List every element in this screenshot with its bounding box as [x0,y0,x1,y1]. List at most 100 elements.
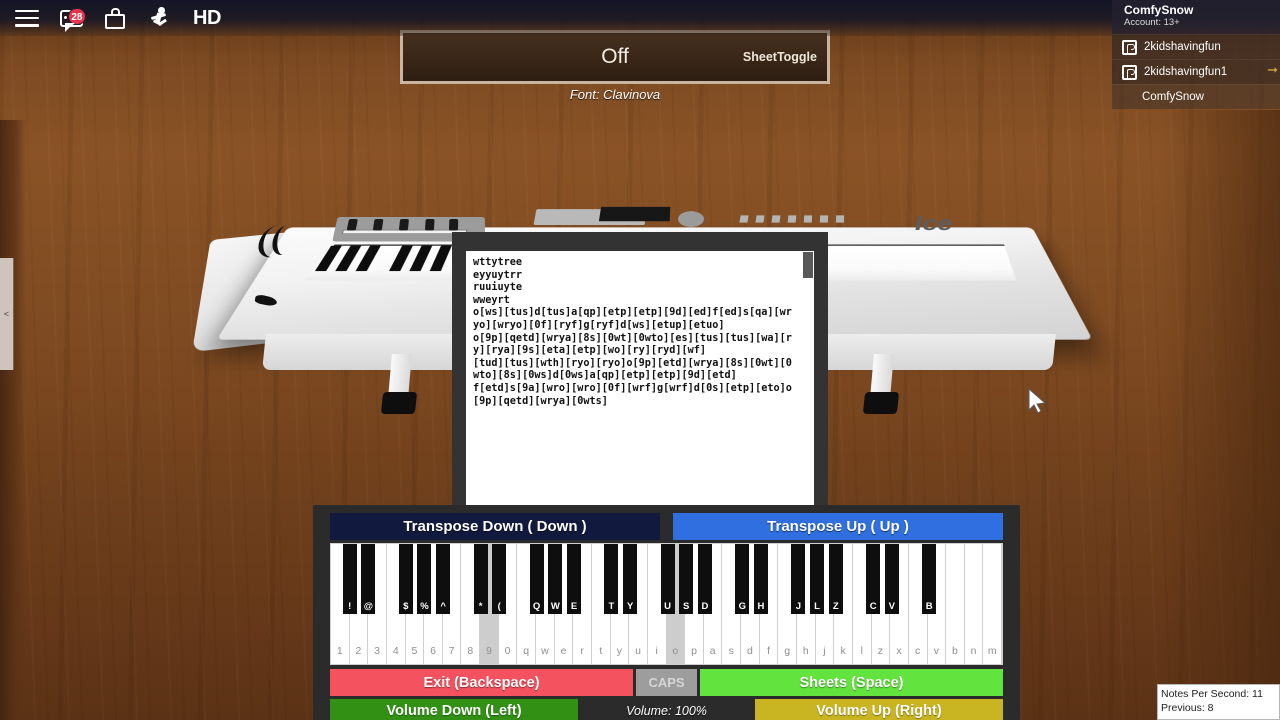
piano-white-key-label: h [802,645,809,657]
piano-black-key[interactable]: Q [529,544,544,614]
volume-up-button[interactable]: Volume Up (Right) [755,699,1003,720]
piano-black-key-label: ^ [440,601,446,612]
piano-white-key-label: p [691,645,697,657]
game-screen: Ice wttytree eyyuytrr ruuiuyte wweyrt o[… [0,0,1280,720]
piano-white-key-label: 8 [467,645,474,657]
keyboard-big-knob [677,211,705,228]
piano-white-key-label: 5 [411,645,418,657]
piano-black-key-label: ( [497,601,501,612]
inventory-button[interactable] [96,1,134,35]
piano-black-key[interactable]: B [922,544,937,614]
piano-black-key[interactable]: V [884,544,899,614]
volume-down-button[interactable]: Volume Down (Left) [330,699,578,720]
hd-label: HD [193,6,221,29]
piano-black-key-label: H [757,601,765,612]
piano-black-key[interactable]: D [697,544,712,614]
piano-white-key-label: u [635,645,641,657]
piano-keyboard[interactable]: 1 2 3 4 5 6 7 8 9 0 q w e r t y u i o p a s d f g h j k l z x c v b n m! @ $%… [330,543,1003,665]
piano-black-key-label: ! [348,601,352,612]
left-tab-arrow: < [3,309,10,319]
keyboard-foot-left [380,392,418,414]
sheet-toggle-label: SheetToggle [742,50,817,64]
piano-black-key[interactable]: * [473,544,488,614]
piano-black-key[interactable]: Z [828,544,843,614]
piano-black-key[interactable]: C [866,544,881,614]
sheet-toggle-button[interactable]: Off SheetToggle [400,30,830,84]
piano-black-key[interactable]: E [567,544,582,614]
piano-white-key-label: s [728,645,734,657]
caps-button[interactable]: CAPS [636,669,697,696]
piano-black-key[interactable]: Y [623,544,638,614]
piano-black-key[interactable]: L [810,544,825,614]
piano-black-key[interactable]: S [679,544,694,614]
backpack-icon [105,7,125,29]
player-list-item[interactable]: 2kidshavingfun [1112,34,1280,59]
chat-unread-badge: 28 [68,7,86,25]
local-player-name: ComfySnow [1124,3,1194,17]
sheet-scrollbar-thumb[interactable] [803,252,813,278]
player-list-item[interactable]: ComfySnow [1112,84,1280,109]
piano-white-key-label: t [599,645,603,657]
piano-white-key-label: x [896,645,902,657]
piano-white-key-label: f [767,645,771,657]
piano-black-key[interactable]: ! [342,544,357,614]
piano-black-key-label: W [550,601,560,612]
exit-button[interactable]: Exit (Backspace) [330,669,633,696]
notes-per-second-box: Notes Per Second: 11 Previous: 8 [1157,684,1280,720]
hamburger-menu-icon [15,9,39,27]
piano-black-key-label: D [701,601,709,612]
piano-white-key-label: 0 [504,645,511,657]
sheet-toggle-area: Off SheetToggle Font: Clavinova [400,30,830,102]
piano-black-key[interactable]: @ [361,544,376,614]
piano-white-key-label: v [933,645,939,657]
piano-white-key[interactable]: b [946,544,965,664]
wood-shadow-left [0,120,26,720]
player-list-rows: 2kidshavingfun 2kidshavingfun1 ComfySnow [1112,34,1280,109]
transpose-down-button[interactable]: Transpose Down ( Down ) [330,513,660,540]
piano-white-key-label: c [915,645,921,657]
control-row-primary: Exit (Backspace) CAPS Sheets (Space) [330,669,1003,696]
chat-button[interactable]: 28 [52,1,90,35]
piano-black-key[interactable]: $ [398,544,413,614]
piano-white-key-label: 2 [355,645,362,657]
sheets-button[interactable]: Sheets (Space) [700,669,1003,696]
piano-white-key-label: z [877,645,884,657]
graphics-quality-button[interactable]: HD [184,1,230,35]
piano-white-key-label: q [523,645,530,657]
piano-black-key-label: % [420,601,429,612]
piano-white-key-label: e [560,645,567,657]
piano-white-key-label: m [987,645,997,657]
left-panel-collapse-tab[interactable]: < [0,258,14,370]
piano-white-key-label: w [541,645,549,657]
transpose-up-button[interactable]: Transpose Up ( Up ) [673,513,1003,540]
piano-black-key[interactable]: G [735,544,750,614]
piano-white-key[interactable]: m [983,544,1003,664]
nps-previous: Previous: 8 [1161,702,1214,714]
mouse-cursor [1028,387,1048,421]
hamburger-menu-button[interactable] [8,1,46,35]
running-person-icon [149,7,169,29]
emotes-button[interactable] [140,1,178,35]
piano-black-key-label: Y [626,601,634,612]
piano-black-key[interactable]: J [791,544,806,614]
piano-black-key[interactable]: % [417,544,432,614]
piano-black-key-label: V [888,601,895,612]
piano-white-key[interactable]: n [964,544,984,664]
piano-black-key[interactable]: T [604,544,619,614]
piano-white-key-label: n [970,645,977,657]
wood-shadow-right [1160,110,1280,720]
piano-black-key[interactable]: ^ [436,544,451,614]
keyboard-foot-right [862,392,900,414]
piano-black-key-label: U [664,601,671,612]
player-list-item[interactable]: 2kidshavingfun1 [1112,59,1280,84]
piano-white-key-label: 3 [374,645,381,657]
piano-black-key[interactable]: H [753,544,768,614]
piano-black-key[interactable]: W [548,544,563,614]
transpose-button-row: Transpose Down ( Down ) Transpose Up ( U… [330,513,1003,540]
nps-current: Notes Per Second: 11 [1161,688,1263,700]
piano-black-key[interactable]: ( [492,544,507,614]
sheet-music-text[interactable]: wttytree eyyuytrr ruuiuyte wweyrt o[ws][… [466,251,802,414]
piano-black-key-label: E [570,601,578,612]
account-age-label: Account: 13+ [1124,17,1180,28]
piano-black-key[interactable]: U [660,544,675,614]
